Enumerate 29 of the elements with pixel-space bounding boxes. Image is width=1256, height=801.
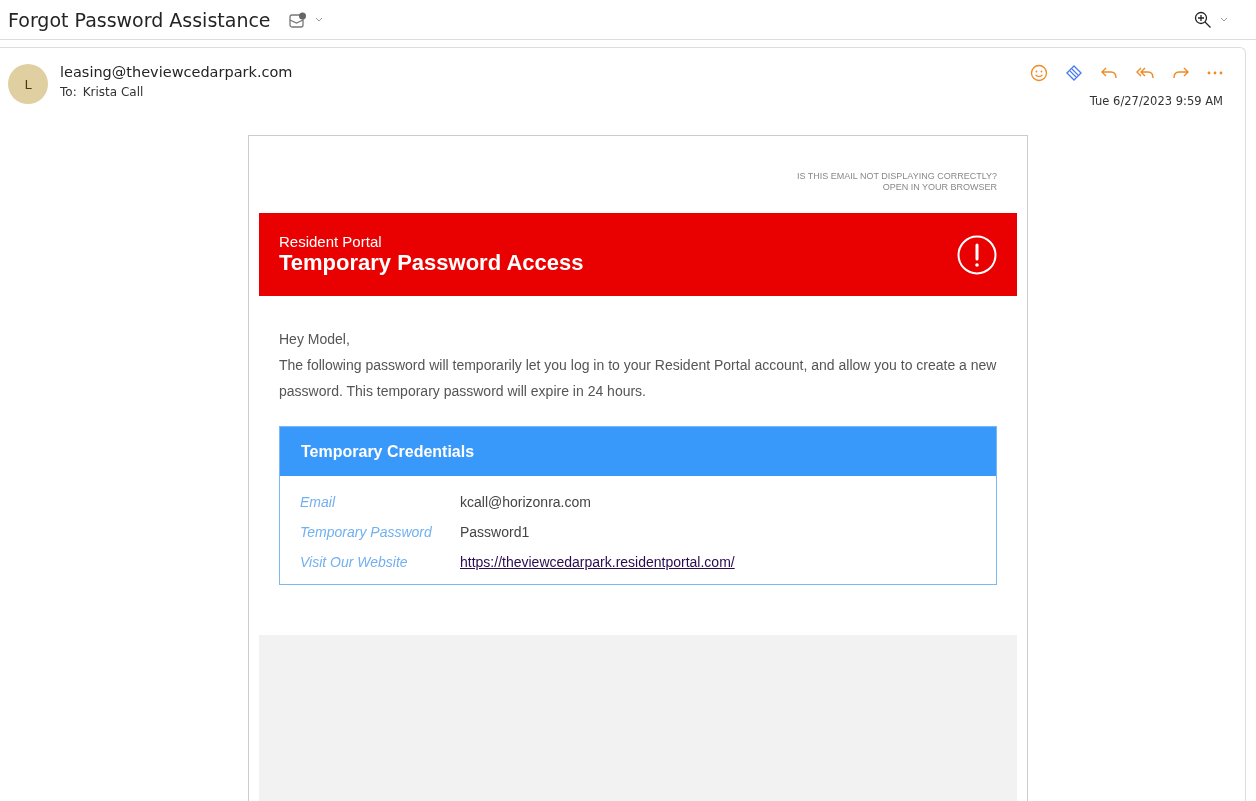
envelope-check-icon[interactable] xyxy=(288,11,307,28)
website-link[interactable]: https://theviewcedarpark.residentportal.com/ xyxy=(460,554,735,570)
greeting-text: Hey Model, xyxy=(279,330,351,349)
reply-icon[interactable] xyxy=(1100,65,1118,81)
credential-label: Email xyxy=(300,494,337,510)
body-paragraph: The following password will temporarily let you log in to your Resident Portal account, and allow you to create a new password. This temporary password will expire in 24 hours. xyxy=(279,356,997,401)
forward-icon[interactable] xyxy=(1172,65,1190,81)
email-subject: Forgot Password Assistance xyxy=(8,8,271,31)
smiley-icon[interactable] xyxy=(1030,64,1048,82)
browser-notice-link[interactable]: IS THIS EMAIL NOT DISPLAYING CORRECTLY? xyxy=(796,171,997,182)
sender-avatar: L xyxy=(8,64,48,104)
credential-label: Temporary Password xyxy=(300,524,433,540)
chevron-down-icon[interactable] xyxy=(314,17,323,22)
browser-notice-link[interactable]: OPEN IN YOUR BROWSER xyxy=(882,182,997,193)
to-label: To: xyxy=(60,85,77,99)
banner-subtitle: Resident Portal xyxy=(279,233,383,250)
chevron-down-icon[interactable] xyxy=(1220,17,1228,22)
recipient-name[interactable]: Krista Call xyxy=(82,85,144,99)
credentials-header: Temporary Credentials xyxy=(280,427,996,476)
reply-all-icon[interactable] xyxy=(1135,65,1155,81)
sender-address[interactable]: leasing@theviewcedarpark.com xyxy=(60,64,293,80)
credential-value: Password1 xyxy=(460,524,530,540)
zoom-in-icon[interactable] xyxy=(1194,10,1212,29)
more-icon[interactable] xyxy=(1207,71,1223,75)
credential-value: kcall@horizonra.com xyxy=(460,494,591,510)
sent-date: Tue 6/27/2023 9:59 AM xyxy=(1089,94,1223,108)
banner-title: Temporary Password Access xyxy=(279,250,584,276)
credential-label: Visit Our Website xyxy=(300,554,409,570)
alert-icon xyxy=(957,234,997,275)
